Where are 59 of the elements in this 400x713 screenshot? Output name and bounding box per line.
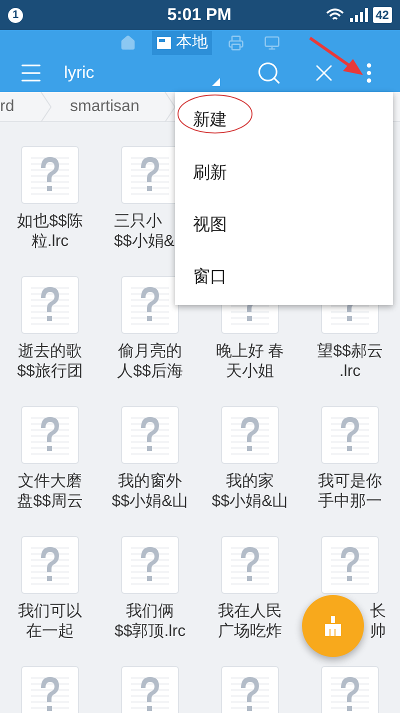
broom-icon <box>324 616 342 636</box>
menu-item[interactable]: 窗口 <box>175 250 393 303</box>
file-name: 晚上好 春 <box>216 342 284 362</box>
unknown-file-icon <box>321 406 379 464</box>
file-name: 如也$$陈 <box>17 212 83 232</box>
file-name: 我的窗外 <box>118 472 182 492</box>
unknown-file-icon <box>321 536 379 594</box>
breadcrumb[interactable]: rd <box>0 94 40 118</box>
breadcrumb[interactable]: smartisan <box>70 94 164 118</box>
file-name: 望$$郝云 <box>317 342 383 362</box>
file-name: $$小娟&山 <box>212 492 288 512</box>
signal-icon <box>350 8 368 22</box>
file-name: $$旅行团 <box>17 362 83 382</box>
clean-button[interactable] <box>302 595 364 657</box>
unknown-file-icon <box>21 536 79 594</box>
file-name: $$郭顶.lrc <box>114 622 186 642</box>
file-name: $$小娟&山 <box>112 492 188 512</box>
menu-item[interactable]: 刷新 <box>175 146 393 198</box>
unknown-file-icon <box>221 536 279 594</box>
file-name: 文件大磨 <box>18 472 82 492</box>
file-name: 粒.lrc <box>31 232 69 252</box>
unknown-file-icon <box>221 406 279 464</box>
file-name: 天小姐 <box>226 362 274 382</box>
file-name: 我在人民 <box>218 602 282 622</box>
file-name: 逝去的歌 <box>18 342 82 362</box>
printer-icon <box>228 35 244 51</box>
dropdown-triangle-icon[interactable] <box>212 78 220 86</box>
file-name: 偷月亮的 <box>118 342 182 362</box>
file-name: 三只小 <box>114 212 162 232</box>
unknown-file-icon <box>21 146 79 204</box>
clock: 5:01 PM <box>166 4 232 26</box>
file-name: 帅 <box>370 622 386 642</box>
unknown-file-icon <box>21 406 79 464</box>
battery-level: 42 <box>372 7 392 23</box>
home-icon <box>120 35 136 51</box>
folder-title: lyric <box>64 62 94 84</box>
file-name: 我的家 <box>226 472 274 492</box>
unknown-file-icon <box>21 276 79 334</box>
sd-card-icon <box>156 36 172 50</box>
annotation-arrow <box>308 36 364 76</box>
file-name: .lrc <box>339 362 361 382</box>
monitor-icon <box>264 35 280 51</box>
menu-item[interactable]: 视图 <box>175 198 393 251</box>
file-name: 我们可以 <box>18 602 82 622</box>
unknown-file-icon <box>121 406 179 464</box>
file-name: 我可是你 <box>318 472 382 492</box>
search-icon[interactable] <box>256 60 282 86</box>
unknown-file-icon <box>121 536 179 594</box>
file-name: $$小娟& <box>114 232 174 252</box>
file-name: 人$$后海 <box>117 362 183 382</box>
file-name: 手中那一 <box>318 492 382 512</box>
file-name: 广场吃炸 <box>218 622 282 642</box>
menu-item[interactable]: 新建 <box>175 94 393 146</box>
file-name: 长 <box>370 602 386 622</box>
file-name: 盘$$周云 <box>17 492 83 512</box>
file-name: 在一起 <box>26 622 74 642</box>
notification-count: 1 <box>8 8 23 22</box>
wifi-icon <box>326 8 344 22</box>
file-name: 我们俩 <box>126 602 174 622</box>
